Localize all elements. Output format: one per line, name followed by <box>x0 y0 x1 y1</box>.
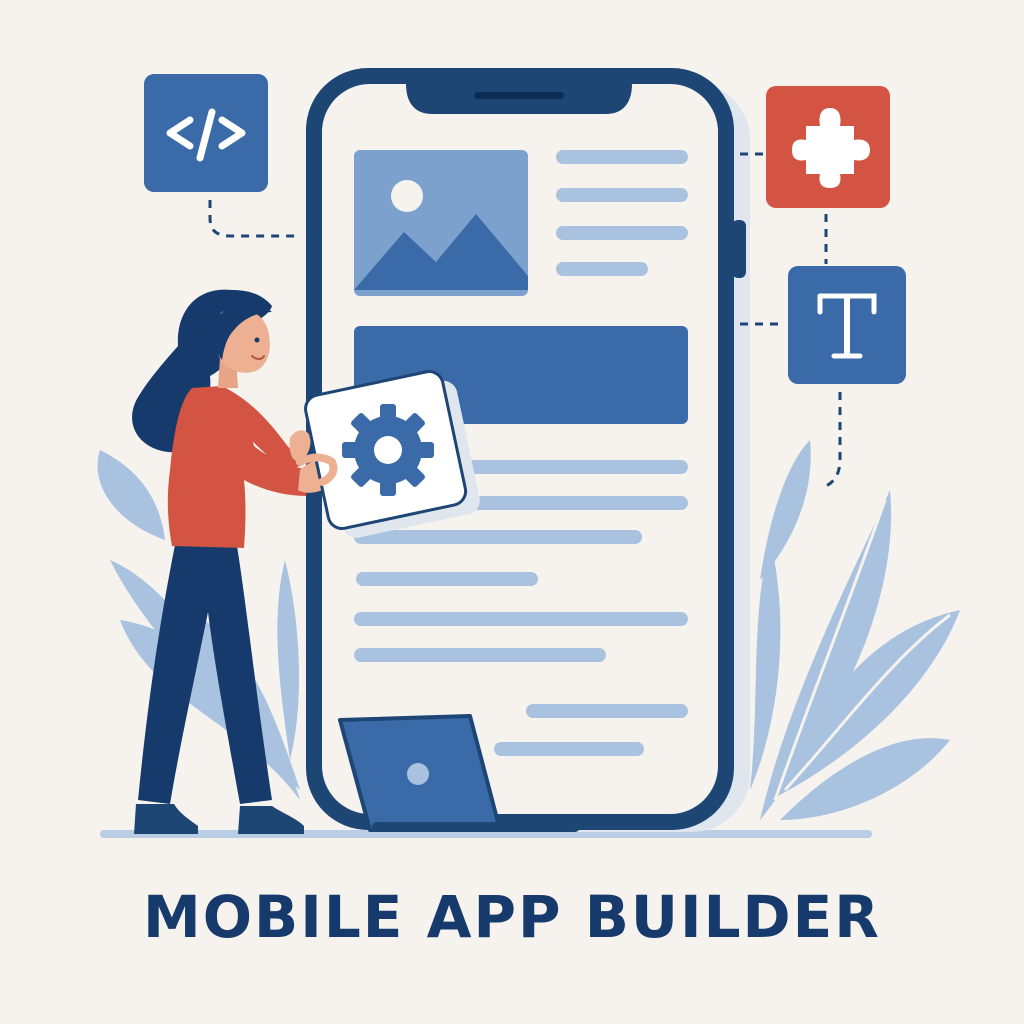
eye <box>254 337 260 343</box>
puzzle-piece-icon <box>766 86 890 208</box>
right-leaves <box>750 440 960 820</box>
scene <box>97 68 960 838</box>
gear-icon <box>342 404 434 496</box>
text-tool-icon <box>788 266 906 384</box>
phone-side-button <box>732 220 746 278</box>
image-placeholder-icon <box>354 150 528 296</box>
right-shoe <box>238 806 304 834</box>
page-title: MOBILE APP BUILDER <box>143 883 881 951</box>
illustration: MOBILE APP BUILDER <box>0 0 1024 1024</box>
left-shoe <box>134 804 198 834</box>
connector-text-down <box>825 392 842 488</box>
code-icon <box>144 74 268 192</box>
phone-speaker <box>474 92 564 99</box>
connector-code <box>208 200 298 238</box>
